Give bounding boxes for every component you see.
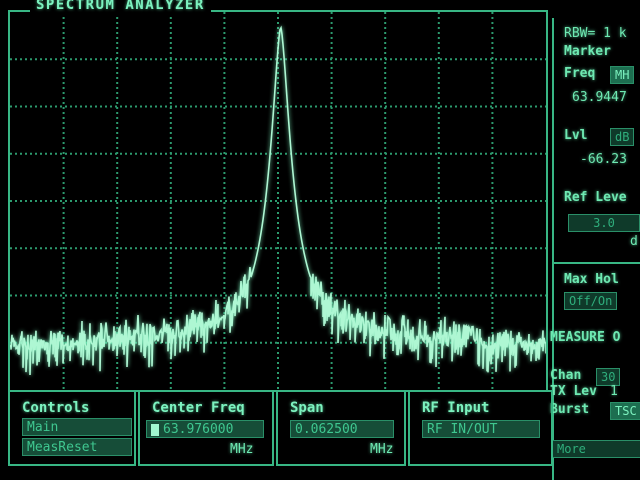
chan-label: Chan bbox=[550, 368, 582, 383]
softkey-bar: Controls Main MeasReset Center Freq 63.9… bbox=[8, 390, 553, 470]
more-button[interactable]: More bbox=[552, 440, 640, 458]
center-freq-panel: Center Freq 63.976000 MHz bbox=[138, 390, 274, 466]
burst-label: Burst bbox=[550, 402, 590, 417]
text-cursor bbox=[151, 423, 159, 436]
center-freq-unit: MHz bbox=[230, 442, 254, 457]
ref-level-input[interactable]: 3.0 bbox=[568, 214, 640, 232]
spectrum-display bbox=[8, 10, 548, 392]
marker-title: Marker bbox=[564, 44, 611, 59]
marker-freq-label: Freq bbox=[564, 66, 596, 81]
main-button[interactable]: Main bbox=[22, 418, 132, 436]
span-unit: MHz bbox=[370, 442, 394, 457]
rf-input-select[interactable]: RF IN/OUT bbox=[422, 420, 540, 438]
ref-level-label: Ref Leve bbox=[564, 190, 627, 205]
window-title: SPECTRUM ANALYZER bbox=[30, 0, 211, 17]
center-freq-input[interactable]: 63.976000 bbox=[146, 420, 264, 438]
span-panel: Span 0.062500 MHz bbox=[276, 390, 406, 466]
marker-freq-unit-button[interactable]: MH bbox=[610, 66, 635, 84]
panel-divider bbox=[554, 262, 640, 264]
marker-level-value: -66.23 bbox=[580, 152, 627, 167]
ref-level-unit: d bbox=[630, 234, 638, 249]
center-freq-value: 63.976000 bbox=[163, 422, 234, 437]
marker-level-label: Lvl bbox=[564, 128, 588, 143]
spectrum-grid bbox=[10, 12, 546, 390]
rbw-readout: RBW= 1 k bbox=[564, 26, 627, 41]
span-input[interactable]: 0.062500 bbox=[290, 420, 394, 438]
burst-select[interactable]: TSC bbox=[610, 402, 640, 420]
marker-freq-value: 63.9447 bbox=[572, 90, 627, 105]
max-hold-label: Max Hol bbox=[564, 272, 619, 287]
span-label: Span bbox=[290, 400, 324, 416]
marker-level-unit-button[interactable]: dB bbox=[610, 128, 635, 146]
center-freq-label: Center Freq bbox=[152, 400, 245, 416]
rf-input-panel: RF Input RF IN/OUT bbox=[408, 390, 553, 466]
controls-panel: Controls Main MeasReset bbox=[8, 390, 136, 466]
max-hold-toggle[interactable]: Off/On bbox=[564, 292, 618, 310]
tx-level-value: 1 bbox=[610, 384, 618, 399]
meas-reset-button[interactable]: MeasReset bbox=[22, 438, 132, 456]
measure-title: MEASURE O bbox=[550, 330, 621, 345]
tx-level-label: TX Lev bbox=[550, 384, 597, 399]
controls-label: Controls bbox=[22, 400, 90, 416]
right-panel: RBW= 1 k Marker Freq MH 63.9447 Lvl dB -… bbox=[550, 18, 640, 480]
rf-input-label: RF Input bbox=[422, 400, 490, 416]
